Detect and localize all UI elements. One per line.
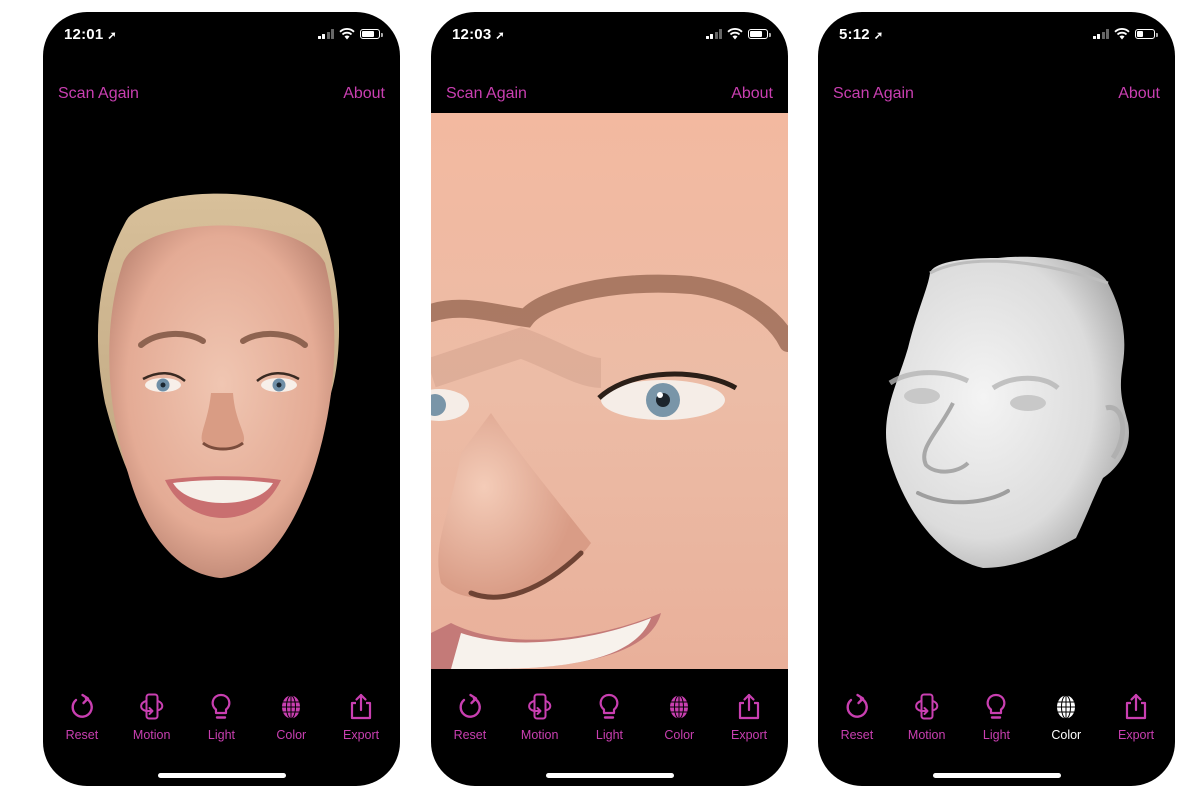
phone-screen-3: 5:12 ➚ Scan Again About Reset Motion Lig… <box>818 12 1175 786</box>
tool-label: Color <box>664 728 695 742</box>
status-icons <box>317 28 383 40</box>
battery-icon <box>1135 29 1158 39</box>
tool-label: Color <box>1051 728 1082 742</box>
status-time-group: 12:01 ➚ <box>64 26 117 43</box>
3d-viewport[interactable] <box>43 113 400 669</box>
lightbulb-icon <box>206 692 236 722</box>
reset-button[interactable]: Reset <box>438 692 502 748</box>
motion-button[interactable]: Motion <box>120 692 184 748</box>
motion-icon <box>525 692 555 722</box>
scan-again-button[interactable]: Scan Again <box>58 85 139 103</box>
motion-button[interactable]: Motion <box>508 692 572 748</box>
color-button[interactable]: Color <box>647 692 711 748</box>
export-button[interactable]: Export <box>717 692 781 748</box>
nav-bar: Scan Again About <box>431 72 788 112</box>
phone-screen-1: 12:01 ➚ Scan Again About Reset Motion Li… <box>43 12 400 786</box>
lightbulb-icon <box>981 692 1011 722</box>
tool-label: Light <box>207 728 236 742</box>
status-time-group: 5:12 ➚ <box>839 26 883 43</box>
share-icon <box>1121 692 1151 722</box>
about-button[interactable]: About <box>731 85 773 103</box>
tool-label: Motion <box>520 728 559 742</box>
status-bar: 12:03 ➚ <box>431 12 788 56</box>
reset-icon <box>67 692 97 722</box>
about-button[interactable]: About <box>1118 85 1160 103</box>
tool-label: Export <box>343 728 380 742</box>
motion-button[interactable]: Motion <box>895 692 959 748</box>
3d-viewport[interactable] <box>431 113 788 669</box>
nav-bar: Scan Again About <box>818 72 1175 112</box>
color-button[interactable]: Color <box>1034 692 1098 748</box>
location-arrow-icon: ➚ <box>107 30 117 42</box>
location-arrow-icon: ➚ <box>495 30 505 42</box>
motion-icon <box>912 692 942 722</box>
status-time: 5:12 <box>839 26 870 43</box>
reset-icon <box>842 692 872 722</box>
tool-label: Export <box>1118 728 1155 742</box>
globe-mesh-icon <box>276 692 306 722</box>
signal-icon <box>1092 29 1109 39</box>
wifi-icon <box>339 28 355 40</box>
lightbulb-icon <box>594 692 624 722</box>
light-button[interactable]: Light <box>964 692 1028 748</box>
battery-icon <box>748 29 771 39</box>
tool-label: Reset <box>840 728 874 742</box>
home-indicator[interactable] <box>932 773 1061 778</box>
nav-bar: Scan Again About <box>43 72 400 112</box>
tool-label: Export <box>731 728 768 742</box>
scan-again-button[interactable]: Scan Again <box>446 85 527 103</box>
mesh-face-model[interactable] <box>818 113 1175 669</box>
wifi-icon <box>727 28 743 40</box>
bottom-toolbar: Reset Motion Light Color Export <box>431 692 788 748</box>
export-button[interactable]: Export <box>329 692 393 748</box>
tool-label: Reset <box>453 728 487 742</box>
reset-button[interactable]: Reset <box>825 692 889 748</box>
status-bar: 5:12 ➚ <box>818 12 1175 56</box>
battery-icon <box>360 29 383 39</box>
status-time-group: 12:03 ➚ <box>452 26 505 43</box>
tool-label: Reset <box>65 728 99 742</box>
tool-label: Light <box>982 728 1011 742</box>
3d-viewport[interactable] <box>818 113 1175 669</box>
location-arrow-icon: ➚ <box>873 30 884 42</box>
share-icon <box>346 692 376 722</box>
reset-icon <box>455 692 485 722</box>
status-icons <box>705 28 771 40</box>
export-button[interactable]: Export <box>1104 692 1168 748</box>
tool-label: Motion <box>907 728 946 742</box>
home-indicator[interactable] <box>157 773 286 778</box>
light-button[interactable]: Light <box>577 692 641 748</box>
share-icon <box>734 692 764 722</box>
color-button[interactable]: Color <box>259 692 323 748</box>
scan-again-button[interactable]: Scan Again <box>833 85 914 103</box>
status-icons <box>1092 28 1158 40</box>
globe-mesh-icon <box>664 692 694 722</box>
reset-button[interactable]: Reset <box>50 692 114 748</box>
bottom-toolbar: Reset Motion Light Color Export <box>818 692 1175 748</box>
bottom-toolbar: Reset Motion Light Color Export <box>43 692 400 748</box>
phone-screen-2: 12:03 ➚ Scan Again About Reset Motion Li… <box>431 12 788 786</box>
home-indicator[interactable] <box>545 773 674 778</box>
light-button[interactable]: Light <box>189 692 253 748</box>
tool-label: Motion <box>132 728 171 742</box>
status-time: 12:01 <box>64 26 104 43</box>
textured-face-closeup[interactable] <box>431 113 788 669</box>
textured-face-model[interactable] <box>43 113 400 669</box>
tool-label: Color <box>276 728 307 742</box>
globe-mesh-icon <box>1051 692 1081 722</box>
status-time: 12:03 <box>452 26 492 43</box>
motion-icon <box>137 692 167 722</box>
wifi-icon <box>1114 28 1130 40</box>
tool-label: Light <box>595 728 624 742</box>
status-bar: 12:01 ➚ <box>43 12 400 56</box>
about-button[interactable]: About <box>343 85 385 103</box>
signal-icon <box>705 29 722 39</box>
signal-icon <box>317 29 334 39</box>
